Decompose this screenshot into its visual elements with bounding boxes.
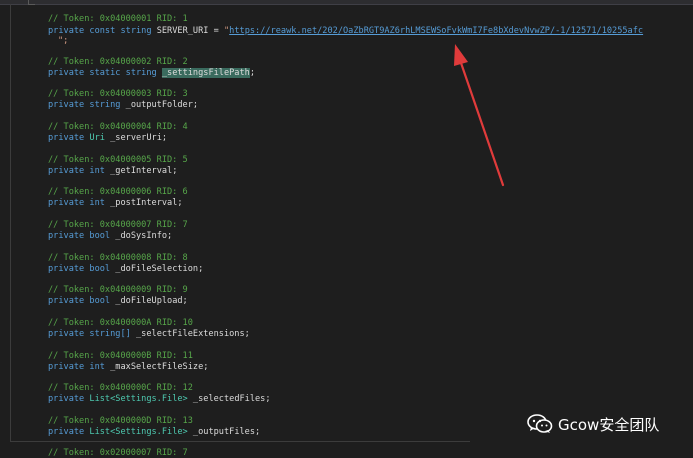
watermark: Gcow安全团队 bbox=[527, 413, 659, 435]
code-editor[interactable]: // Token: 0x04000001 RID: 1 private cons… bbox=[0, 0, 693, 458]
red-arrow-icon bbox=[454, 44, 505, 187]
watermark-text: Gcow安全团队 bbox=[558, 415, 660, 434]
wechat-icon bbox=[527, 414, 553, 434]
